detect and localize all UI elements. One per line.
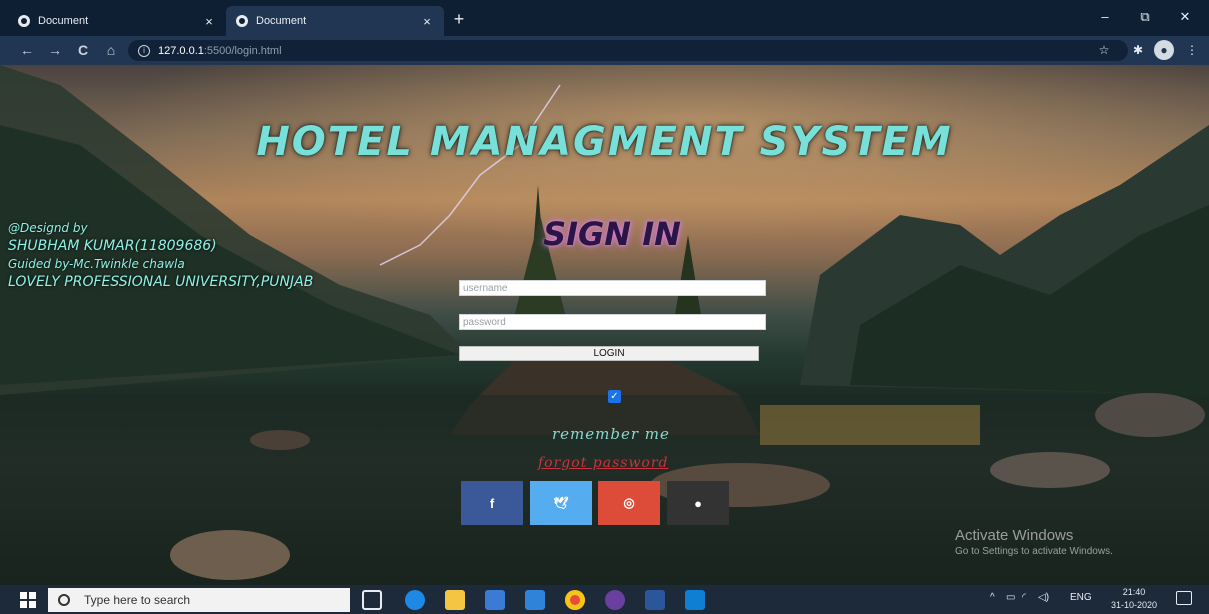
- username-input[interactable]: [459, 280, 766, 296]
- github-icon: ●: [694, 495, 702, 511]
- edge-icon[interactable]: [405, 590, 425, 610]
- credits-block: @Designd by SHUBHAM KUMAR(11809686) Guid…: [8, 219, 328, 291]
- login-button[interactable]: LOGIN: [459, 346, 759, 361]
- minimize-button[interactable]: –: [1085, 4, 1125, 30]
- credit-line: SHUBHAM KUMAR(11809686): [8, 238, 217, 254]
- screen: Document × Document × + – ⧉ ✕ ← → C ⌂ i …: [0, 0, 1209, 614]
- windows-start-icon[interactable]: [20, 592, 36, 608]
- tray-chevron-icon[interactable]: ^: [990, 592, 995, 603]
- network-icon[interactable]: ▭: [1006, 592, 1015, 603]
- password-input[interactable]: [459, 314, 766, 330]
- github-button[interactable]: ●: [667, 481, 729, 525]
- taskbar-search-placeholder: Type here to search: [84, 593, 191, 607]
- clock-time: 21:40: [1122, 587, 1146, 597]
- bookmark-star-icon[interactable]: ☆: [1094, 40, 1114, 60]
- reload-button[interactable]: C: [72, 39, 94, 61]
- facebook-button[interactable]: f: [461, 481, 523, 525]
- media-player-icon[interactable]: [605, 590, 625, 610]
- forward-button[interactable]: →: [44, 39, 66, 61]
- notifications-icon[interactable]: [1176, 591, 1192, 605]
- vscode-icon[interactable]: [685, 590, 705, 610]
- instagram-icon: ◎: [623, 495, 635, 510]
- volume-icon[interactable]: ◁): [1038, 592, 1049, 603]
- search-icon: [58, 594, 70, 606]
- tab-document-2[interactable]: Document ×: [226, 6, 444, 36]
- taskbar-clock[interactable]: 21:40 31-10-2020: [1104, 586, 1164, 612]
- back-button[interactable]: ←: [16, 39, 38, 61]
- clock-date: 31-10-2020: [1110, 600, 1158, 610]
- activate-windows-watermark: Activate Windows Go to Settings to activ…: [955, 527, 1113, 557]
- task-view-icon[interactable]: [362, 590, 382, 610]
- home-button[interactable]: ⌂: [100, 39, 122, 61]
- globe-icon: [18, 15, 30, 27]
- forgot-password-link[interactable]: forgot password: [538, 455, 688, 471]
- login-page: HOTEL MANAGMENT SYSTEM SIGN IN @Designd …: [0, 65, 1209, 585]
- info-icon[interactable]: i: [138, 44, 150, 57]
- url-host: 127.0.0.1: [158, 44, 204, 57]
- credit-line: @Designd by: [8, 221, 88, 235]
- activate-title: Activate Windows: [955, 527, 1074, 544]
- word-icon[interactable]: [645, 590, 665, 610]
- file-explorer-icon[interactable]: [445, 590, 465, 610]
- close-tab-icon[interactable]: ×: [420, 14, 434, 29]
- extensions-puzzle-icon[interactable]: ✱: [1128, 40, 1148, 60]
- activate-subtitle: Go to Settings to activate Windows.: [955, 546, 1113, 557]
- tab-title: Document: [38, 15, 89, 27]
- browser-tab-bar: Document × Document × + – ⧉ ✕: [0, 0, 1209, 36]
- instagram-button[interactable]: ◎: [598, 481, 660, 525]
- close-window-button[interactable]: ✕: [1165, 4, 1205, 30]
- facebook-icon: f: [489, 495, 495, 511]
- menu-kebab-icon[interactable]: ⋮: [1182, 40, 1202, 60]
- globe-icon: [236, 15, 248, 27]
- page-title: HOTEL MANAGMENT SYSTEM: [256, 119, 953, 165]
- profile-avatar[interactable]: ●: [1154, 40, 1174, 60]
- credit-line: Guided by-Mc.Twinkle chawla: [8, 257, 185, 271]
- address-bar[interactable]: i 127.0.0.1:5500/login.html: [128, 40, 1128, 61]
- close-tab-icon[interactable]: ×: [202, 14, 216, 29]
- twitter-button[interactable]: 🕊: [530, 481, 592, 525]
- taskbar-search-box[interactable]: Type here to search: [48, 588, 350, 612]
- wifi-icon[interactable]: ◜: [1022, 592, 1026, 603]
- remember-me-checkbox[interactable]: ✓: [608, 390, 621, 403]
- store-icon[interactable]: [485, 590, 505, 610]
- browser-toolbar: ← → C ⌂ i 127.0.0.1:5500/login.html ☆ ✱ …: [0, 36, 1209, 65]
- new-tab-button[interactable]: +: [448, 8, 470, 30]
- restore-button[interactable]: ⧉: [1125, 4, 1165, 30]
- windows-taskbar: Type here to search ^ ▭ ◜ ◁) ENG 21:40 3…: [0, 585, 1209, 614]
- url-path: :5500/login.html: [203, 44, 282, 57]
- sign-in-heading: SIGN IN: [543, 215, 681, 253]
- language-indicator[interactable]: ENG: [1070, 592, 1092, 603]
- twitter-icon: 🕊: [553, 496, 569, 510]
- credit-line: LOVELY PROFESSIONAL UNIVERSITY,PUNJAB: [8, 274, 314, 290]
- chrome-icon[interactable]: [565, 590, 585, 610]
- tab-document-1[interactable]: Document ×: [8, 6, 226, 36]
- mail-icon[interactable]: [525, 590, 545, 610]
- tab-title: Document: [256, 15, 307, 27]
- remember-me-label: remember me: [552, 425, 670, 443]
